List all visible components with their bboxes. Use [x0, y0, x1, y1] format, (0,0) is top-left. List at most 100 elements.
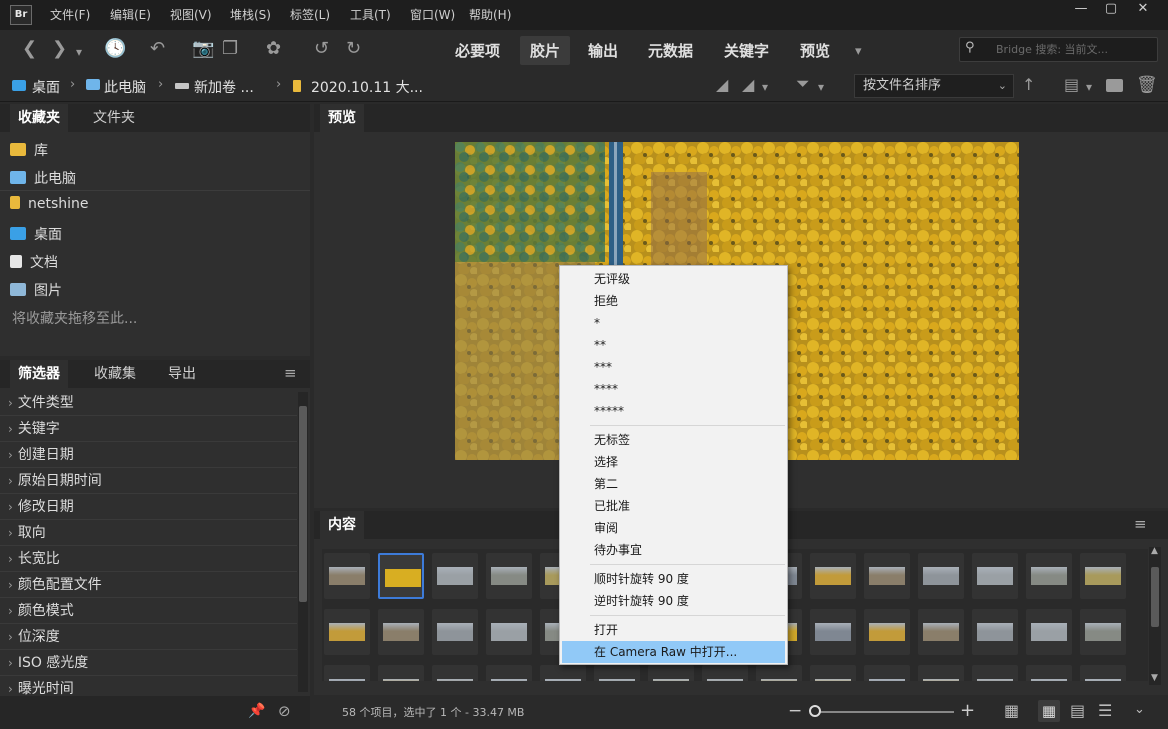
thumbnail[interactable]	[432, 609, 478, 655]
chevron-down-icon[interactable]: ▾	[762, 77, 768, 97]
scrollbar-thumb[interactable]	[1151, 567, 1159, 627]
favorite-item-desktop[interactable]: 桌面	[10, 224, 62, 244]
filter-row[interactable]: › 原始日期时间	[0, 468, 297, 494]
menu-item-rotate-cw[interactable]: 顺时针旋转 90 度	[562, 568, 785, 590]
grid-lock-icon[interactable]: ▦	[1004, 701, 1019, 720]
panel-menu-icon[interactable]: ≡	[284, 364, 297, 382]
menu-item-2-stars[interactable]: **	[562, 334, 785, 356]
thumbnail[interactable]	[972, 553, 1018, 599]
search-input[interactable]: Bridge 搜索: 当前文...	[959, 37, 1158, 62]
thumbnail-view-icon[interactable]: ▦	[1038, 700, 1060, 722]
thumbnail[interactable]	[594, 665, 640, 681]
menu-item-rotate-ccw[interactable]: 逆时针旋转 90 度	[562, 590, 785, 612]
tab-export[interactable]: 导出	[160, 360, 204, 388]
close-icon[interactable]: ✕	[1128, 0, 1158, 18]
menu-item-reject[interactable]: 拒绝	[562, 290, 785, 312]
thumbnail[interactable]	[810, 665, 856, 681]
filter-row[interactable]: › 关键字	[0, 416, 297, 442]
thumbnail[interactable]	[918, 665, 964, 681]
workspace-more-icon[interactable]: ▾	[855, 42, 862, 62]
filter-row[interactable]: › 位深度	[0, 624, 297, 650]
workspace-filmstrip[interactable]: 胶片	[520, 36, 571, 65]
zoom-slider-track[interactable]	[814, 711, 954, 713]
menu-item-3-stars[interactable]: ***	[562, 356, 785, 378]
thumbnail[interactable]	[1026, 665, 1072, 681]
boomerang-icon[interactable]: ↶	[150, 39, 165, 59]
rotate-right-icon[interactable]: ↻	[346, 39, 361, 59]
back-icon[interactable]: ❮	[22, 39, 37, 59]
thumbnail[interactable]	[756, 665, 802, 681]
new-folder-recent-icon[interactable]: ▤	[1064, 75, 1079, 95]
menu-file[interactable]: 文件(F)	[50, 6, 90, 23]
scroll-down-icon[interactable]: ▼	[1151, 673, 1158, 683]
thumbnail[interactable]	[810, 609, 856, 655]
breadcrumb-this-pc[interactable]: 此电脑	[104, 77, 146, 97]
thumbnail[interactable]	[702, 665, 748, 681]
workspace-metadata[interactable]: 元数据	[648, 40, 693, 61]
thumbnail[interactable]	[864, 553, 910, 599]
menu-window[interactable]: 窗口(W)	[410, 6, 455, 23]
menu-help[interactable]: 帮助(H)	[469, 6, 511, 23]
refine-icon[interactable]: ❐	[222, 39, 238, 59]
workspace-keywords[interactable]: 关键字	[724, 40, 769, 61]
filter-row[interactable]: › 文件类型	[0, 390, 297, 416]
thumbnail[interactable]	[1026, 553, 1072, 599]
thumbnail[interactable]	[486, 553, 532, 599]
filter-row[interactable]: › 颜色模式	[0, 598, 297, 624]
workspace-output[interactable]: 输出	[588, 40, 618, 61]
menu-item-second[interactable]: 第二	[562, 473, 785, 495]
filter-row[interactable]: › 长宽比	[0, 546, 297, 572]
menu-edit[interactable]: 编辑(E)	[110, 6, 151, 23]
tab-preview[interactable]: 预览	[320, 104, 364, 132]
thumbnail[interactable]	[378, 665, 424, 681]
thumbnail[interactable]	[324, 665, 370, 681]
filter-row[interactable]: › 曝光时间	[0, 676, 297, 697]
thumbnail[interactable]	[972, 609, 1018, 655]
chevron-down-icon[interactable]: ▾	[1086, 77, 1092, 97]
forward-icon[interactable]: ❯	[52, 39, 67, 59]
menu-item-no-rating[interactable]: 无评级	[562, 268, 785, 290]
creative-cloud-icon[interactable]: ✿	[266, 39, 281, 59]
chevron-down-icon[interactable]: ▾	[818, 77, 824, 97]
thumbnail[interactable]	[1080, 609, 1126, 655]
thumbnail[interactable]	[324, 609, 370, 655]
chevron-down-icon[interactable]: ▾	[76, 42, 82, 62]
thumbnail[interactable]	[864, 609, 910, 655]
menu-label[interactable]: 标签(L)	[290, 6, 330, 23]
favorite-item-documents[interactable]: 文档	[10, 252, 58, 272]
tab-folders[interactable]: 文件夹	[85, 104, 143, 132]
clear-filter-icon[interactable]: ⊘	[278, 702, 291, 720]
sort-select[interactable]: 按文件名排序 ⌄	[854, 74, 1014, 98]
camera-import-icon[interactable]: 📷	[192, 39, 214, 59]
menu-item-to-do[interactable]: 待办事宜	[562, 539, 785, 561]
trash-icon[interactable]: 🗑	[1136, 75, 1158, 95]
chevron-down-icon[interactable]: ⌄	[1134, 702, 1145, 717]
detail-view-icon[interactable]: ▤	[1070, 701, 1085, 720]
list-view-icon[interactable]: ☰	[1098, 701, 1112, 720]
filter-row[interactable]: › ISO 感光度	[0, 650, 297, 676]
zoom-out-icon[interactable]: −	[788, 701, 802, 721]
menu-item-5-stars[interactable]: *****	[562, 400, 785, 422]
thumbnail[interactable]	[378, 553, 424, 599]
filter-row[interactable]: › 颜色配置文件	[0, 572, 297, 598]
zoom-in-icon[interactable]: +	[960, 700, 975, 721]
menu-view[interactable]: 视图(V)	[170, 6, 212, 23]
breadcrumb-folder[interactable]: 2020.10.11 大...	[311, 77, 423, 97]
filter-row[interactable]: › 修改日期	[0, 494, 297, 520]
rotate-left-icon[interactable]: ↺	[314, 39, 329, 59]
menu-item-select[interactable]: 选择	[562, 451, 785, 473]
thumbnail[interactable]	[486, 665, 532, 681]
content-scrollbar[interactable]: ▲ ▼	[1149, 546, 1161, 685]
thumbnail[interactable]	[378, 609, 424, 655]
rating-filter-icon[interactable]: ◢	[742, 75, 754, 95]
menu-item-review[interactable]: 审阅	[562, 517, 785, 539]
thumbnail[interactable]	[486, 609, 532, 655]
thumbnail[interactable]	[324, 553, 370, 599]
recent-icon[interactable]: 🕓	[104, 39, 126, 59]
thumbnail[interactable]	[1080, 665, 1126, 681]
thumbnail[interactable]	[432, 553, 478, 599]
tab-filter[interactable]: 筛选器	[10, 360, 68, 388]
quality-icon[interactable]: ◢	[716, 75, 728, 95]
filter-row[interactable]: › 取向	[0, 520, 297, 546]
tab-collections[interactable]: 收藏集	[86, 360, 144, 388]
